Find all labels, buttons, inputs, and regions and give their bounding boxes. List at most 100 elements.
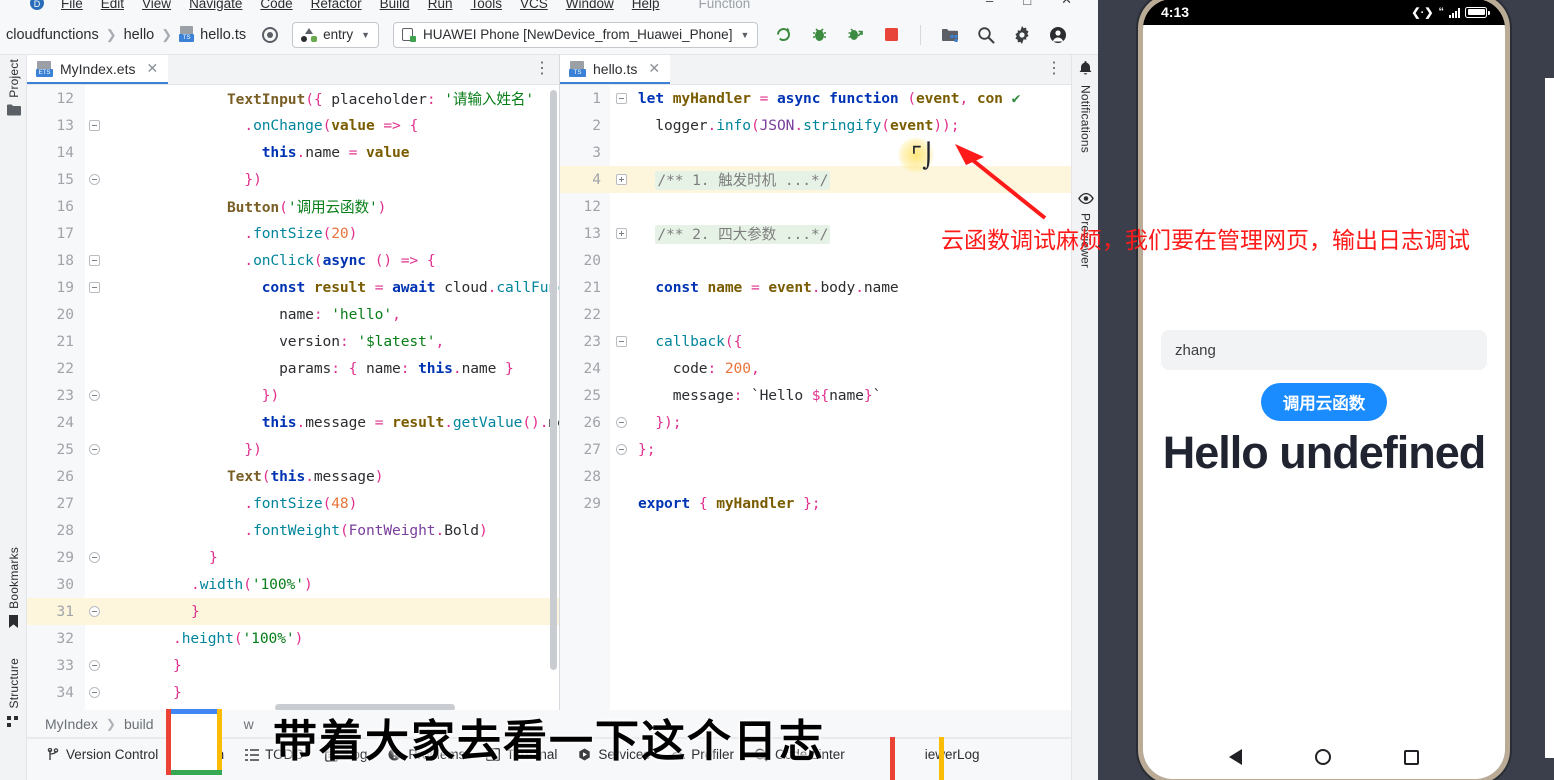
code-line[interactable]: 19 const result = await cloud.callFunc [27, 274, 559, 301]
code-line[interactable]: 14 this.name = value [27, 139, 559, 166]
code-fold-toggle-icon[interactable] [616, 444, 627, 455]
close-button[interactable]: ✕ [1061, 0, 1072, 8]
settings-gear-icon[interactable] [1011, 24, 1033, 46]
tab-hello-ts[interactable]: TS hello.ts ✕ [560, 55, 671, 84]
menu-item-help[interactable]: Help [623, 0, 669, 11]
code-line[interactable]: 29} [27, 544, 559, 571]
code-line[interactable]: 2 logger.info(JSON.stringify(event)); [560, 112, 1071, 139]
ets-file-icon: ETS [36, 60, 53, 77]
code-editor-left[interactable]: 12 TextInput({ placeholder: '请输入姓名' ✔ 13 .… [27, 85, 559, 710]
code-fold-toggle-icon[interactable] [89, 255, 100, 266]
recents-icon[interactable] [1403, 749, 1419, 765]
app-name-input[interactable]: zhang [1161, 330, 1487, 370]
code-line[interactable]: 34} [27, 679, 559, 706]
debug-icon[interactable] [808, 24, 830, 46]
code-line[interactable]: 25 }) [27, 436, 559, 463]
menu-item-navigate[interactable]: Navigate [180, 0, 251, 11]
code-line[interactable]: 31} [27, 598, 559, 625]
menu-item-edit[interactable]: Edit [92, 0, 133, 11]
code-fold-toggle-icon[interactable] [89, 552, 100, 563]
line-number: 29 [56, 549, 74, 566]
code-fold-toggle-icon[interactable] [89, 660, 100, 671]
editor-options-kebab-icon[interactable]: ⋮ [534, 61, 550, 77]
project-structure-icon[interactable] [939, 24, 961, 46]
stop-icon[interactable] [880, 24, 902, 46]
code-line[interactable]: 20 name: 'hello', [27, 301, 559, 328]
code-fold-toggle-icon[interactable] [89, 120, 100, 131]
code-fold-toggle-icon[interactable] [616, 228, 627, 239]
sidebar-item-bookmarks[interactable]: Bookmarks [0, 547, 27, 632]
home-icon[interactable] [1314, 749, 1331, 765]
breadcrumb-hello-ts[interactable]: TS hello.ts [179, 26, 246, 43]
code-line[interactable]: 30 .width('100%') [27, 571, 559, 598]
code-line[interactable]: 28 [560, 463, 1071, 490]
code-line[interactable]: 25 message: `Hello ${name}` [560, 382, 1071, 409]
tab-myindex-ets[interactable]: ETS MyIndex.ets ✕ [27, 55, 169, 84]
code-line[interactable]: 22 [560, 301, 1071, 328]
code-line[interactable]: 26 }); [560, 409, 1071, 436]
code-fold-toggle-icon[interactable] [89, 282, 100, 293]
previewer-scrollbar[interactable] [1545, 78, 1554, 758]
code-line[interactable]: 26 Text(this.message) [27, 463, 559, 490]
minimize-button[interactable]: – [986, 0, 993, 8]
editor-options-kebab-icon[interactable]: ⋮ [1046, 61, 1062, 77]
menu-item-run[interactable]: Run [419, 0, 462, 11]
code-line[interactable]: 29 export { myHandler }; [560, 490, 1071, 517]
code-text: TextInput({ placeholder: '请输入姓名' ✔ [227, 91, 535, 108]
close-icon[interactable]: ✕ [648, 60, 660, 77]
code-line[interactable]: 24 this.message = result.getValue().me [27, 409, 559, 436]
code-line[interactable]: 27 .fontSize(48) [27, 490, 559, 517]
code-line[interactable]: 22 params: { name: this.name } [27, 355, 559, 382]
maximize-button[interactable]: □ [1023, 0, 1031, 8]
editor-scrollbar-left[interactable] [550, 90, 557, 670]
code-line[interactable]: 17 .fontSize(20) [27, 220, 559, 247]
code-fold-toggle-icon[interactable] [89, 174, 100, 185]
code-line[interactable]: 24 code: 200, [560, 355, 1071, 382]
code-fold-toggle-icon[interactable] [89, 606, 100, 617]
menu-item-refactor[interactable]: Refactor [302, 0, 371, 11]
device-selector[interactable]: HUAWEI Phone [NewDevice_from_Huawei_Phon… [393, 21, 759, 48]
code-line[interactable]: 23 callback({ [560, 328, 1071, 355]
code-fold-toggle-icon[interactable] [89, 390, 100, 401]
menu-item-code[interactable]: Code [251, 0, 301, 11]
code-fold-toggle-icon[interactable] [616, 174, 627, 185]
code-line[interactable]: 28 .fontWeight(FontWeight.Bold) [27, 517, 559, 544]
menu-item-vcs[interactable]: VCS [511, 0, 557, 11]
code-line[interactable]: 21 version: '$latest', [27, 328, 559, 355]
sidebar-item-notifications[interactable]: Notifications [1072, 61, 1098, 153]
rerun-icon[interactable] [772, 24, 794, 46]
code-line[interactable]: 13 .onChange(value => { [27, 112, 559, 139]
code-fold-toggle-icon[interactable] [89, 444, 100, 455]
search-icon[interactable] [975, 24, 997, 46]
menu-item-view[interactable]: View [133, 0, 180, 11]
code-line[interactable]: 32 .height('100%') [27, 625, 559, 652]
code-line[interactable]: 18 .onClick(async () => { [27, 247, 559, 274]
code-line[interactable]: 21 const name = event.body.name [560, 274, 1071, 301]
attach-debugger-icon[interactable] [844, 24, 866, 46]
code-line[interactable]: 23 }) [27, 382, 559, 409]
code-line[interactable]: 1 let myHandler = async function (event, … [560, 85, 1071, 112]
code-fold-toggle-icon[interactable] [89, 687, 100, 698]
code-line[interactable]: 27}; [560, 436, 1071, 463]
code-line[interactable]: 15 }) [27, 166, 559, 193]
account-icon[interactable] [1047, 24, 1069, 46]
code-text: .fontSize(20) [244, 225, 358, 242]
code-line[interactable]: 16 Button('调用云函数') [27, 193, 559, 220]
menu-item-tools[interactable]: Tools [461, 0, 511, 11]
code-fold-toggle-icon[interactable] [616, 93, 627, 104]
back-icon[interactable] [1229, 749, 1243, 765]
code-line[interactable]: 33} [27, 652, 559, 679]
breadcrumb-hello[interactable]: hello [124, 27, 155, 43]
menu-item-file[interactable]: File [52, 0, 92, 11]
breadcrumb-cloudfunctions[interactable]: cloudfunctions [6, 27, 99, 43]
close-icon[interactable]: ✕ [146, 60, 158, 77]
sidebar-item-project[interactable]: Project [0, 59, 27, 119]
menu-item-window[interactable]: Window [557, 0, 623, 11]
target-icon[interactable] [262, 26, 279, 43]
code-fold-toggle-icon[interactable] [616, 336, 627, 347]
code-fold-toggle-icon[interactable] [616, 417, 627, 428]
run-configuration-selector[interactable]: entry ▼ [292, 21, 380, 48]
code-line[interactable]: 12 TextInput({ placeholder: '请输入姓名' ✔ [27, 85, 559, 112]
menu-item-build[interactable]: Build [371, 0, 419, 11]
call-cloud-function-button[interactable]: 调用云函数 [1260, 383, 1388, 421]
